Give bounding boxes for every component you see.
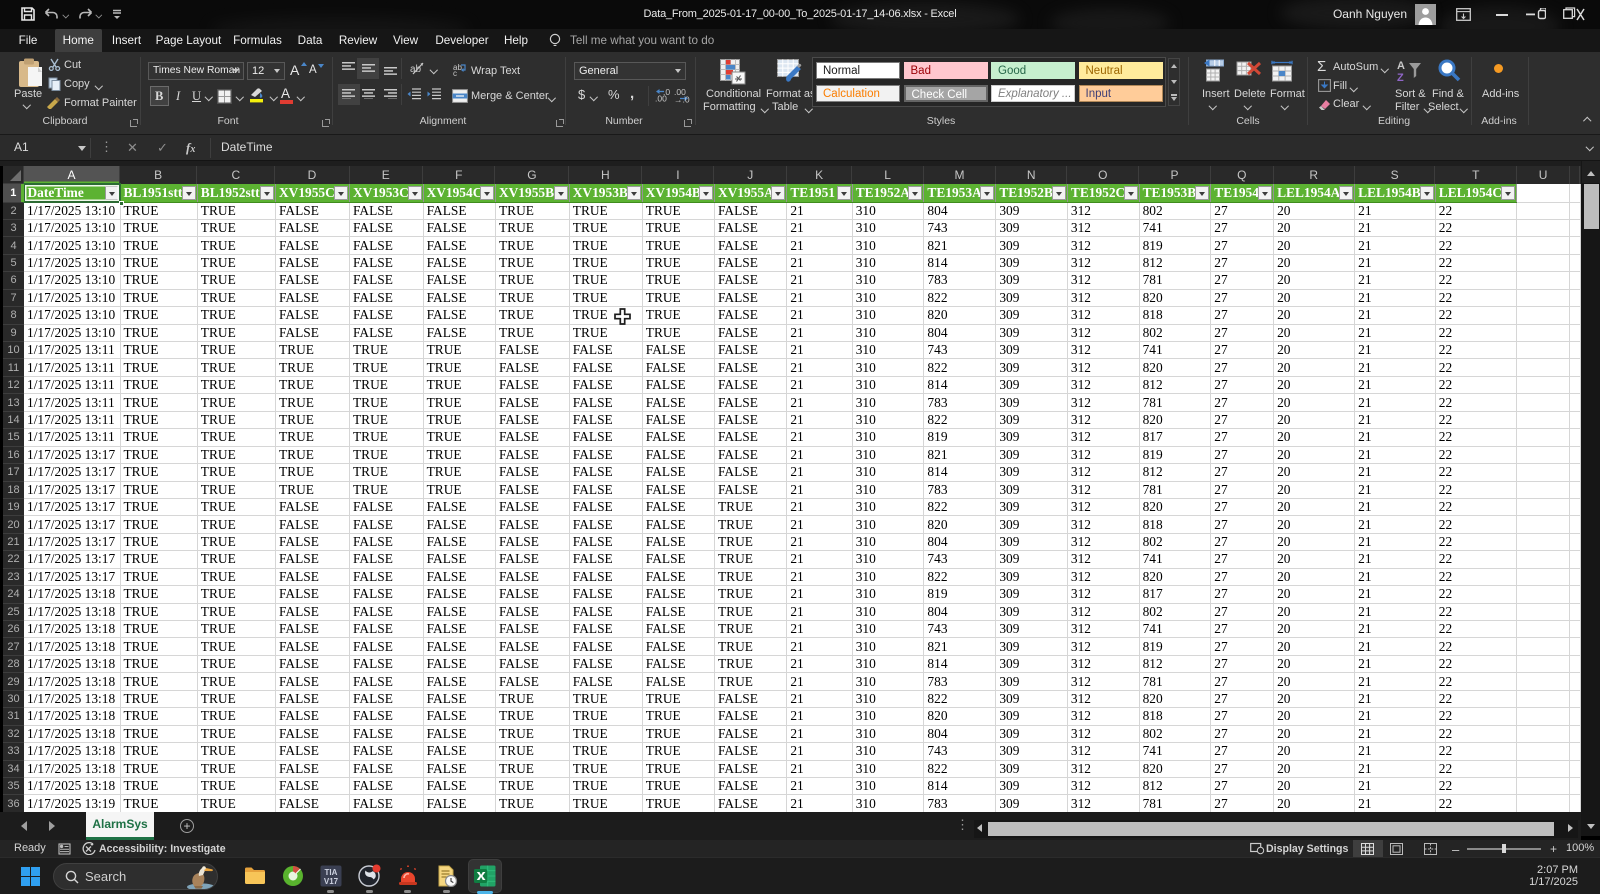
svg-text:c: c <box>453 69 457 76</box>
svg-text:→.0: →.0 <box>674 95 690 104</box>
svg-text:Z: Z <box>1397 72 1404 83</box>
svg-text:A: A <box>1397 60 1405 72</box>
svg-text:V17: V17 <box>324 877 339 886</box>
svg-text:.0: .0 <box>663 88 670 97</box>
svg-text:TIA: TIA <box>325 868 338 877</box>
